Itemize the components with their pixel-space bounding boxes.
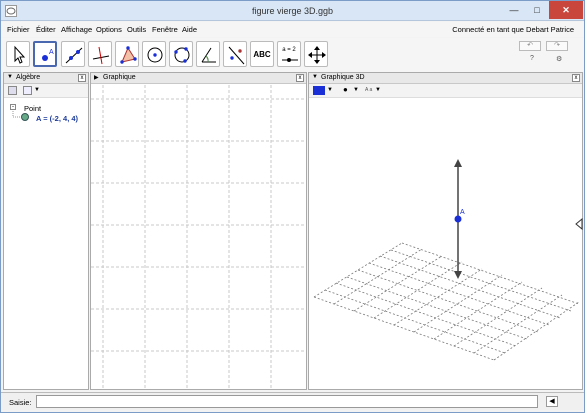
- menu-bar: Fichier Éditer Affichage Options Outils …: [1, 22, 584, 37]
- text-tool[interactable]: ABC: [250, 41, 274, 67]
- expand-arrow-icon[interactable]: ▶: [94, 74, 99, 81]
- point-a-marker: A: [454, 159, 465, 279]
- algebra-close-button[interactable]: x: [78, 74, 86, 82]
- show-aux-icon[interactable]: [8, 86, 17, 95]
- algebra-panel: ▼ Algèbre x ▼ - Point A = (-2, 4, 4): [3, 72, 89, 390]
- help-button[interactable]: ?: [530, 55, 534, 62]
- polygon-icon: [120, 46, 137, 64]
- sort-icon[interactable]: [23, 86, 32, 95]
- menu-outils[interactable]: Outils: [127, 25, 146, 34]
- text-icon: ABC: [253, 50, 271, 59]
- redo-button[interactable]: ↷: [546, 41, 568, 51]
- angle-tool[interactable]: [196, 41, 220, 67]
- menu-editer[interactable]: Éditer: [36, 25, 56, 34]
- graphics3d-view: A: [313, 159, 580, 361]
- reflect-icon: [228, 46, 245, 65]
- graphics-panel[interactable]: ▶ Graphique x: [90, 72, 307, 390]
- side-panel-toggle-icon[interactable]: [575, 218, 583, 230]
- line-tool[interactable]: [61, 41, 85, 67]
- graphics3d-header: ▼ Graphique 3D x: [309, 73, 582, 84]
- close-button[interactable]: ✕: [549, 1, 583, 19]
- graphics-grid: [91, 85, 306, 389]
- menu-options[interactable]: Options: [96, 25, 122, 34]
- slider-track-icon: [282, 58, 298, 62]
- circle-three-points-tool[interactable]: [169, 41, 193, 67]
- point-style-dropdown-icon[interactable]: ▼: [353, 87, 359, 93]
- point-tool[interactable]: A: [33, 41, 57, 67]
- polygon-tool[interactable]: [115, 41, 139, 67]
- algebra-header: ▼ Algèbre x: [4, 73, 88, 84]
- input-bar: Saisie: ◀: [1, 392, 584, 410]
- tree-connector-icon: [12, 111, 29, 121]
- point-a-label: A: [460, 209, 465, 216]
- graphics3d-title: Graphique 3D: [321, 74, 365, 81]
- graphics3d-panel[interactable]: ▼ Graphique 3D x ▼ ● ▼ A a ▼ A: [308, 72, 583, 390]
- keyboard-toggle-button[interactable]: ◀: [546, 396, 558, 407]
- reflect-tool[interactable]: [223, 41, 247, 67]
- point-icon: A: [42, 49, 54, 61]
- input-label: Saisie:: [9, 398, 32, 407]
- color-dropdown-icon[interactable]: ▼: [327, 87, 333, 93]
- label-style-dropdown-icon[interactable]: ▼: [375, 87, 381, 93]
- sort-dropdown-icon[interactable]: ▼: [34, 87, 40, 93]
- algebra-object-a[interactable]: A = (-2, 4, 4): [36, 114, 78, 123]
- point-style-icon[interactable]: ●: [343, 85, 348, 94]
- move-tool[interactable]: [6, 41, 30, 67]
- graphics-title: Graphique: [103, 74, 136, 81]
- graphics3d-close-button[interactable]: x: [572, 74, 580, 82]
- collapse-arrow-icon[interactable]: ▼: [7, 74, 13, 80]
- undo-button[interactable]: ↶: [519, 41, 541, 51]
- login-status[interactable]: Connecté en tant que Debart Patrice: [452, 25, 574, 34]
- menu-aide[interactable]: Aide: [182, 25, 197, 34]
- angle-icon: [201, 47, 216, 63]
- algebra-toolbar: ▼: [4, 84, 88, 98]
- menu-affichage[interactable]: Affichage: [61, 25, 92, 34]
- minimize-button[interactable]: —: [503, 1, 525, 19]
- graphics-header: ▶ Graphique x: [91, 73, 306, 84]
- label-style-icon[interactable]: A a: [365, 87, 372, 93]
- menu-fenetre[interactable]: Fenêtre: [152, 25, 178, 34]
- maximize-button[interactable]: □: [526, 1, 548, 19]
- perpendicular-tool[interactable]: [88, 41, 112, 67]
- color-swatch[interactable]: [313, 86, 325, 95]
- input-field[interactable]: [36, 395, 538, 408]
- circle-icon: [147, 47, 163, 63]
- perpendicular-icon: [92, 46, 110, 65]
- svg-text:A: A: [49, 49, 54, 56]
- window-title: figure vierge 3D.ggb: [251, 6, 334, 16]
- move-view-tool[interactable]: [304, 41, 328, 67]
- toolbar: A ABC a = 2 ↶ ↷ ? ⚙: [1, 38, 584, 72]
- move-cursor-icon: [14, 45, 26, 64]
- title-bar: figure vierge 3D.ggb — □ ✕: [1, 1, 584, 21]
- move-view-icon: [308, 46, 326, 64]
- tree-collapse-icon[interactable]: -: [10, 104, 16, 110]
- app-window: figure vierge 3D.ggb — □ ✕ Fichier Édite…: [0, 0, 585, 413]
- collapse-arrow-3d-icon[interactable]: ▼: [312, 74, 318, 80]
- slider-tool[interactable]: a = 2: [277, 41, 301, 67]
- style-bar: ▼ ● ▼ A a ▼: [309, 84, 582, 98]
- algebra-title: Algèbre: [16, 74, 41, 81]
- line-icon: [65, 47, 83, 64]
- settings-button[interactable]: ⚙: [556, 55, 562, 63]
- graphics-close-button[interactable]: x: [296, 74, 304, 82]
- circle-tool[interactable]: [142, 41, 166, 67]
- circle-three-points-icon: [174, 47, 190, 63]
- menu-fichier[interactable]: Fichier: [7, 25, 30, 34]
